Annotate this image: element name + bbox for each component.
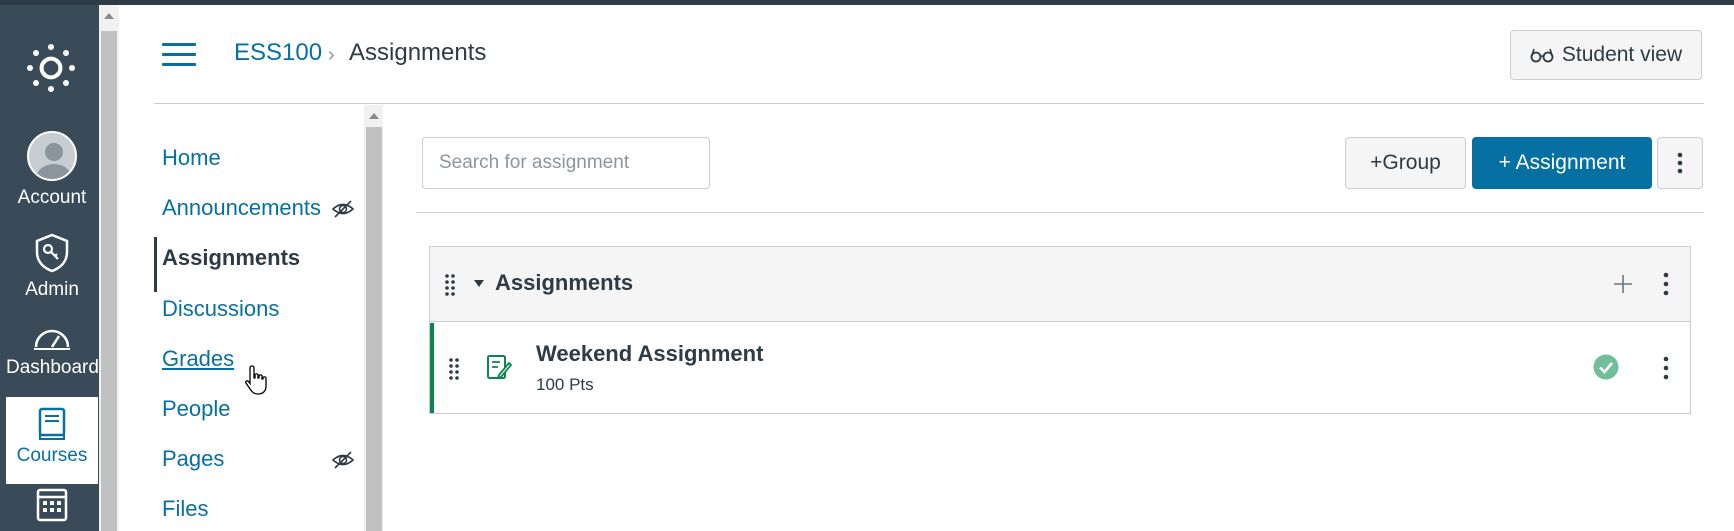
assignment-group-header: Assignments (430, 247, 1690, 322)
assignment-kebab-menu-icon[interactable] (1656, 353, 1676, 383)
search-assignment-input[interactable] (422, 137, 710, 189)
course-nav-discussions[interactable]: Discussions (162, 296, 279, 322)
top-window-strip (0, 0, 1734, 5)
glasses-icon (1530, 48, 1554, 63)
calendar-icon (36, 488, 68, 522)
dashboard-gauge-icon (34, 329, 70, 350)
global-nav-admin[interactable]: Admin (6, 233, 98, 301)
hidden-from-students-icon (331, 451, 355, 469)
course-nav-pages[interactable]: Pages (162, 446, 224, 472)
course-menu-toggle-button[interactable] (162, 43, 196, 67)
add-group-button[interactable]: +Group (1345, 137, 1466, 189)
assignment-group-title: Assignments (495, 270, 634, 295)
group-kebab-menu-icon[interactable] (1656, 269, 1676, 299)
header-divider (154, 103, 1704, 104)
course-nav-grades[interactable]: Grades (162, 346, 234, 372)
course-nav-home[interactable]: Home (162, 145, 221, 171)
breadcrumb-course-link[interactable]: ESS100 (234, 38, 322, 68)
global-navigation: Account Admin Dashboard Courses (0, 5, 99, 531)
pointer-hand-cursor-icon (245, 365, 267, 395)
course-nav-files[interactable]: Files (162, 496, 208, 522)
scrollbar-thumb[interactable] (101, 31, 117, 531)
scroll-up-arrow-icon[interactable] (104, 13, 114, 19)
collapse-caret-icon[interactable] (474, 280, 484, 287)
kebab-menu-icon (1677, 152, 1683, 174)
scroll-up-arrow-icon[interactable] (369, 113, 379, 119)
course-nav-people[interactable]: People (162, 396, 231, 422)
global-nav-courses[interactable]: Courses (6, 397, 98, 484)
assignment-group: Assignments Weekend Assignment 100 Pts (429, 246, 1691, 414)
assignment-row[interactable]: Weekend Assignment 100 Pts (430, 323, 1690, 413)
assignment-title-link[interactable]: Weekend Assignment (536, 341, 763, 367)
active-nav-indicator (154, 237, 157, 292)
toolbar-divider (416, 212, 1704, 213)
canvas-logo-icon[interactable] (24, 41, 78, 95)
admin-label: Admin (25, 279, 79, 300)
course-navigation: Home Announcements Assignments Discussio… (154, 105, 364, 531)
add-assignment-button[interactable]: + Assignment (1472, 137, 1652, 189)
add-assignment-to-group-icon[interactable] (1608, 269, 1638, 299)
student-view-button[interactable]: Student view (1510, 30, 1702, 80)
course-nav-assignments[interactable]: Assignments (162, 245, 300, 271)
admin-shield-icon (35, 233, 69, 273)
hidden-from-students-icon (331, 200, 355, 218)
assignment-icon (487, 355, 512, 380)
global-nav-account[interactable]: Account (6, 131, 98, 209)
assignment-points: 100 Pts (536, 375, 594, 394)
user-silhouette-icon (35, 143, 73, 179)
account-label: Account (17, 187, 87, 208)
global-nav-calendar[interactable] (6, 486, 98, 522)
scrollbar-thumb[interactable] (366, 127, 382, 531)
breadcrumb-separator-icon: › (328, 44, 335, 66)
course-nav-scrollbar[interactable] (364, 105, 383, 531)
published-indicator-bar (430, 323, 434, 413)
courses-book-icon (38, 407, 66, 440)
published-check-icon[interactable] (1593, 354, 1619, 380)
courses-label: Courses (16, 445, 88, 466)
drag-handle-icon[interactable] (444, 273, 456, 297)
dashboard-label: Dashboard (6, 357, 99, 378)
student-view-label: Student view (1561, 43, 1683, 66)
more-options-button[interactable] (1657, 137, 1703, 189)
breadcrumb-current: Assignments (349, 39, 487, 66)
global-nav-dashboard[interactable]: Dashboard (6, 323, 99, 379)
drag-handle-icon[interactable] (448, 357, 460, 381)
page-scrollbar[interactable] (99, 5, 119, 531)
course-nav-announcements[interactable]: Announcements (162, 195, 321, 221)
avatar (27, 131, 77, 181)
